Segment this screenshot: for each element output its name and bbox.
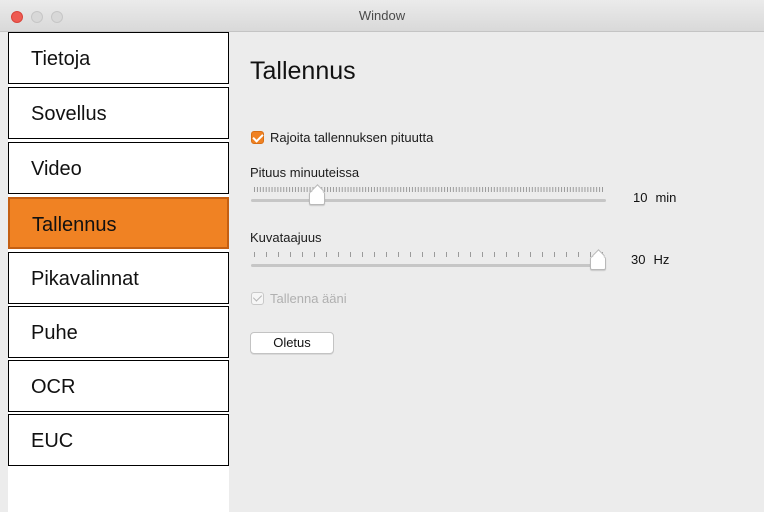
length-slider-thumb[interactable] [309, 191, 325, 205]
sidebar-item-tietoja[interactable]: Tietoja [8, 32, 229, 84]
framerate-value-number: 30 [631, 252, 646, 267]
sidebar-item-ocr[interactable]: OCR [8, 360, 229, 412]
window-title: Window [358, 8, 406, 23]
record-audio-label[interactable]: Tallenna ääni [270, 291, 347, 306]
length-slider[interactable] [251, 187, 606, 211]
framerate-value: 30 Hz [631, 252, 669, 267]
title-bar[interactable]: Window [0, 0, 764, 32]
app-window: Window Tietoja Sovellus Video Tallennus … [0, 0, 764, 512]
length-value: 10 min [633, 190, 676, 205]
length-slider-label: Pituus minuuteissa [250, 165, 360, 180]
length-value-unit: min [655, 190, 677, 205]
framerate-slider-thumb[interactable] [590, 256, 606, 270]
limit-length-label[interactable]: Rajoita tallennuksen pituutta [270, 130, 433, 145]
framerate-slider-track[interactable] [251, 264, 606, 267]
framerate-slider[interactable] [251, 252, 606, 276]
sidebar-item-sovellus[interactable]: Sovellus [8, 87, 229, 139]
length-slider-ticks [254, 187, 603, 192]
framerate-value-unit: Hz [653, 252, 670, 267]
page-title: Tallennus [250, 57, 356, 85]
settings-panel: Tallennus Rajoita tallennuksen pituutta … [229, 32, 764, 512]
default-button[interactable]: Oletus [250, 332, 334, 354]
sidebar-item-pikavalinnat[interactable]: Pikavalinnat [8, 252, 229, 304]
length-slider-track[interactable] [251, 199, 606, 202]
framerate-slider-ticks [254, 252, 603, 257]
sidebar: Tietoja Sovellus Video Tallennus Pikaval… [8, 32, 229, 512]
limit-length-checkbox[interactable] [251, 131, 264, 144]
sidebar-item-video[interactable]: Video [8, 142, 229, 194]
length-value-number: 10 [633, 190, 648, 205]
sidebar-item-puhe[interactable]: Puhe [8, 306, 229, 358]
framerate-slider-label: Kuvataajuus [250, 230, 322, 245]
sidebar-item-tallennus[interactable]: Tallennus [8, 197, 229, 249]
sidebar-item-euc[interactable]: EUC [8, 414, 229, 466]
record-audio-checkbox[interactable] [251, 292, 264, 305]
